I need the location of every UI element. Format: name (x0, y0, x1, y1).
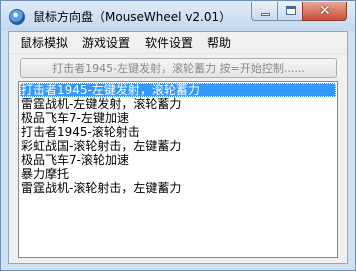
list-item[interactable]: 彩虹战国-滚轮射击，左键蓄力 (20, 139, 336, 153)
list-item[interactable]: 雷霆战机-滚轮射击，左键蓄力 (20, 181, 336, 195)
close-button[interactable]: ✕ (302, 2, 347, 21)
maximize-button[interactable] (277, 2, 303, 21)
list-item[interactable]: 暴力摩托 (20, 167, 336, 181)
minimize-button[interactable] (251, 2, 278, 21)
menu-mouse-simulation[interactable]: 鼠标模拟 (20, 35, 68, 51)
game-profile-list[interactable]: 打击者1945-左键发射，滚轮蓄力 雷霆战机-左键发射，滚轮蓄力 极品飞车7-左… (18, 81, 338, 258)
maximize-icon (286, 6, 296, 15)
minimize-icon (261, 13, 270, 16)
window-title: 鼠标方向盘（MouseWheel v2.01） (33, 10, 232, 24)
menu-help[interactable]: 帮助 (207, 35, 231, 51)
app-window: 鼠标方向盘（MouseWheel v2.01） ✕ 鼠标模拟 游戏设置 软件设置… (0, 0, 356, 271)
list-item[interactable]: 极品飞车7-左键加速 (20, 111, 336, 125)
client-area: 鼠标模拟 游戏设置 软件设置 帮助 打击者1945-左键发射，滚轮蓄力 按=开始… (8, 31, 348, 264)
title-bar[interactable]: 鼠标方向盘（MouseWheel v2.01） ✕ (1, 1, 355, 31)
list-item[interactable]: 打击者1945-左键发射，滚轮蓄力 (20, 83, 336, 97)
start-control-button[interactable]: 打击者1945-左键发射，滚轮蓄力 按=开始控制...... (20, 58, 337, 78)
list-item[interactable]: 打击者1945-滚轮射击 (20, 125, 336, 139)
menu-game-settings[interactable]: 游戏设置 (82, 35, 130, 51)
menu-software-settings[interactable]: 软件设置 (145, 35, 193, 51)
app-icon (9, 9, 25, 25)
close-icon: ✕ (319, 3, 331, 19)
list-item[interactable]: 极品飞车7-滚轮加速 (20, 153, 336, 167)
list-item[interactable]: 雷霆战机-左键发射，滚轮蓄力 (20, 97, 336, 111)
start-control-label: 打击者1945-左键发射，滚轮蓄力 按=开始控制...... (52, 62, 305, 75)
menu-bar: 鼠标模拟 游戏设置 软件设置 帮助 (9, 32, 347, 54)
